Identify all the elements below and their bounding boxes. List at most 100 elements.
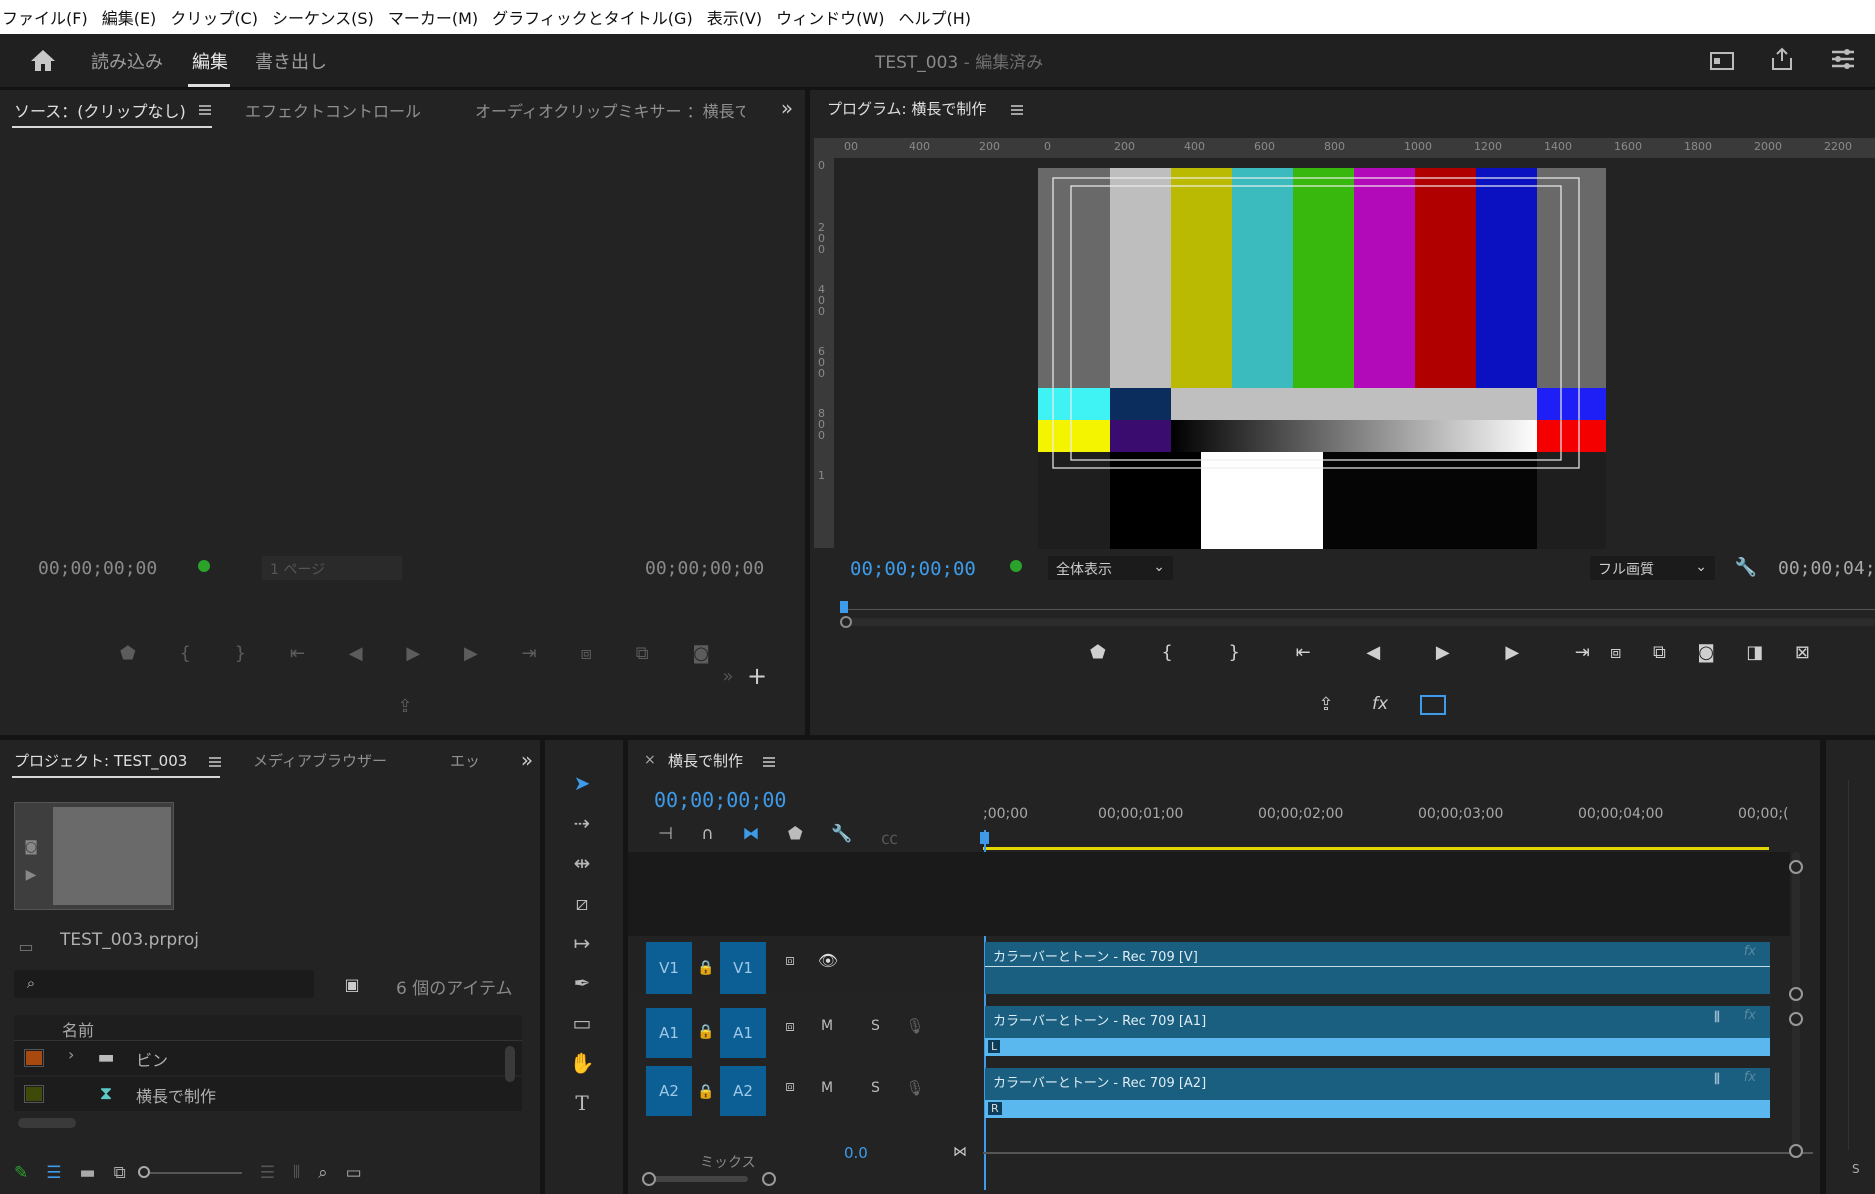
compare-icon[interactable]: ◨ bbox=[1746, 642, 1763, 672]
tab-import[interactable]: 読み込み bbox=[91, 48, 163, 74]
scroll-handle[interactable] bbox=[1789, 1144, 1803, 1158]
tab-sequence[interactable]: 横長で制作 bbox=[668, 750, 743, 771]
scroll-handle[interactable] bbox=[1789, 987, 1803, 1001]
vertical-scrollbar[interactable] bbox=[1792, 852, 1800, 1152]
marker-icon[interactable]: ⬟ bbox=[120, 643, 136, 673]
eye-icon[interactable]: 👁 bbox=[816, 950, 840, 970]
chevrons-right-icon[interactable]: » bbox=[718, 666, 738, 687]
type-tool-icon[interactable]: T bbox=[563, 1086, 601, 1120]
tab-media-browser[interactable]: メディアブラウザー bbox=[253, 750, 387, 771]
audio-clip-a1[interactable]: カラーバーとトーン - Rec 709 [A1] ⫼ fx L bbox=[985, 1006, 1770, 1056]
captions-icon[interactable]: ㏄ bbox=[881, 824, 898, 849]
scroll-handle[interactable] bbox=[1789, 860, 1803, 874]
rectangle-tool-icon[interactable]: ▭ bbox=[563, 1006, 601, 1040]
new-bin-icon[interactable]: ▭ bbox=[346, 1163, 362, 1183]
go-to-in-icon[interactable]: ⇤ bbox=[1296, 642, 1311, 672]
razor-tool-icon[interactable]: ⧄ bbox=[563, 886, 601, 920]
menu-help[interactable]: ヘルプ(H) bbox=[898, 5, 971, 29]
timeline-ruler[interactable]: ;00;00 00;00;01;00 00;00;02;00 00;00;03;00 0… bbox=[983, 806, 1813, 826]
tab-project[interactable]: プロジェクト: TEST_003 bbox=[14, 750, 187, 771]
menu-sequence[interactable]: シーケンス(S) bbox=[272, 5, 374, 29]
vr-icon[interactable]: ⊠ bbox=[1795, 642, 1810, 672]
linked-selection-icon[interactable]: ⧓ bbox=[742, 824, 759, 848]
close-icon[interactable]: × bbox=[644, 752, 656, 768]
tab-program[interactable]: プログラム: 横長で制作 bbox=[827, 98, 986, 119]
add-button-icon[interactable]: + bbox=[745, 662, 769, 690]
track-select-tool-icon[interactable]: ⇢ bbox=[563, 806, 601, 840]
workspace-menu-icon[interactable] bbox=[1830, 48, 1856, 70]
sync-lock-icon[interactable]: ⧈ bbox=[780, 1076, 800, 1096]
go-to-end-icon[interactable]: ⋈ bbox=[950, 1142, 970, 1162]
tab-audio-clip-mixer[interactable]: オーディオクリップミキサー ：横長で! bbox=[475, 98, 745, 122]
scroll-handle[interactable] bbox=[642, 1172, 656, 1186]
camera-icon[interactable]: ◙ bbox=[692, 643, 709, 673]
menu-icon[interactable] bbox=[208, 756, 222, 768]
pen-tool-icon[interactable]: ✒ bbox=[563, 966, 601, 1000]
go-to-out-icon[interactable]: ⇥ bbox=[522, 643, 537, 673]
tab-source[interactable]: ソース：(クリップなし) bbox=[14, 98, 186, 122]
menu-window[interactable]: ウィンドウ(W) bbox=[776, 5, 884, 29]
zoom-dropdown[interactable]: 全体表示 ⌄ bbox=[1048, 556, 1173, 580]
extract-icon[interactable]: ⧉ bbox=[1653, 642, 1666, 672]
mute-button[interactable]: M bbox=[821, 1080, 833, 1096]
source-patch-v1[interactable]: V1 bbox=[646, 942, 692, 994]
go-to-in-icon[interactable]: ⇤ bbox=[290, 643, 305, 673]
ripple-edit-tool-icon[interactable]: ⇹ bbox=[563, 846, 601, 880]
camera-icon[interactable]: ◙ bbox=[1697, 642, 1714, 672]
playhead-track[interactable] bbox=[844, 604, 1875, 610]
new-bin-icon[interactable]: ▣ bbox=[340, 972, 364, 996]
mark-out-icon[interactable]: } bbox=[1228, 642, 1239, 672]
chevrons-right-icon[interactable]: » bbox=[515, 748, 539, 772]
wrench-icon[interactable]: 🔧 bbox=[1735, 556, 1757, 578]
audio-clip-a2[interactable]: カラーバーとトーン - Rec 709 [A2] ⫼ fx R bbox=[985, 1068, 1770, 1118]
overwrite-icon[interactable]: ⧉ bbox=[636, 643, 649, 673]
hand-tool-icon[interactable]: ✋ bbox=[563, 1046, 601, 1080]
lift-icon[interactable]: ⧈ bbox=[1610, 642, 1621, 672]
menu-icon[interactable] bbox=[1010, 104, 1024, 116]
sort-icon[interactable]: ☰ bbox=[260, 1163, 275, 1183]
video-clip[interactable]: カラーバーとトーン - Rec 709 [V] fx bbox=[985, 942, 1770, 994]
lock-icon[interactable]: 🔒 bbox=[696, 1022, 716, 1042]
wrench-icon[interactable]: 🔧 bbox=[831, 824, 852, 848]
timeline-timecode[interactable]: 00;00;00;00 bbox=[654, 788, 786, 812]
safe-margin-icon[interactable] bbox=[1420, 695, 1446, 715]
tab-edit[interactable]: 編集 bbox=[192, 48, 228, 74]
automate-icon[interactable]: ⫴ bbox=[293, 1163, 300, 1183]
timeline-zoom-scrollbar[interactable] bbox=[648, 1176, 748, 1182]
scroll-handle[interactable] bbox=[840, 616, 852, 628]
mic-icon[interactable]: 🎙 bbox=[905, 1016, 925, 1036]
selection-tool-icon[interactable]: ➤ bbox=[563, 766, 601, 800]
tab-effects[interactable]: エッ bbox=[450, 750, 480, 771]
sync-lock-icon[interactable]: ⧈ bbox=[780, 950, 800, 970]
mark-in-icon[interactable]: { bbox=[179, 643, 190, 673]
menu-icon[interactable] bbox=[762, 756, 776, 768]
solo-button[interactable]: S bbox=[871, 1018, 880, 1034]
mix-value[interactable]: 0.0 bbox=[844, 1144, 868, 1162]
track-target-a2[interactable]: A2 bbox=[720, 1066, 766, 1116]
search-input[interactable]: ⌕ bbox=[14, 970, 314, 998]
playhead-marker[interactable] bbox=[840, 601, 848, 613]
tab-export[interactable]: 書き出し bbox=[255, 48, 327, 74]
icon-view-icon[interactable]: ▬ bbox=[80, 1163, 96, 1183]
marker-icon[interactable]: ⬟ bbox=[1090, 642, 1106, 672]
scrollbar[interactable] bbox=[505, 1046, 515, 1082]
step-back-icon[interactable]: ◀ bbox=[1366, 642, 1380, 672]
column-header-name[interactable]: 名前 bbox=[14, 1015, 522, 1041]
mark-in-icon[interactable]: { bbox=[1161, 642, 1172, 672]
scroll-handle[interactable] bbox=[762, 1172, 776, 1186]
quality-dropdown[interactable]: フル画質 ⌄ bbox=[1590, 556, 1715, 580]
export-frame-icon[interactable]: ⇪ bbox=[393, 694, 417, 718]
list-item[interactable]: › ▬ ビン bbox=[14, 1041, 522, 1075]
play-icon[interactable]: ▶ bbox=[406, 643, 420, 673]
zoom-slider[interactable] bbox=[137, 1166, 242, 1178]
track-target-v1[interactable]: V1 bbox=[720, 942, 766, 994]
solo-button[interactable]: S bbox=[1852, 1162, 1860, 1176]
export-frame-icon[interactable]: ⇪ bbox=[1314, 692, 1338, 716]
source-patch-a2[interactable]: A2 bbox=[646, 1066, 692, 1116]
page-selector[interactable]: 1 ページ bbox=[262, 556, 402, 580]
step-forward-icon[interactable]: ▶ bbox=[464, 643, 478, 673]
source-patch-a1[interactable]: A1 bbox=[646, 1008, 692, 1058]
mark-out-icon[interactable]: } bbox=[235, 643, 246, 673]
menu-file[interactable]: ファイル(F) bbox=[2, 5, 88, 29]
nest-icon[interactable]: ⊣ bbox=[658, 824, 673, 848]
